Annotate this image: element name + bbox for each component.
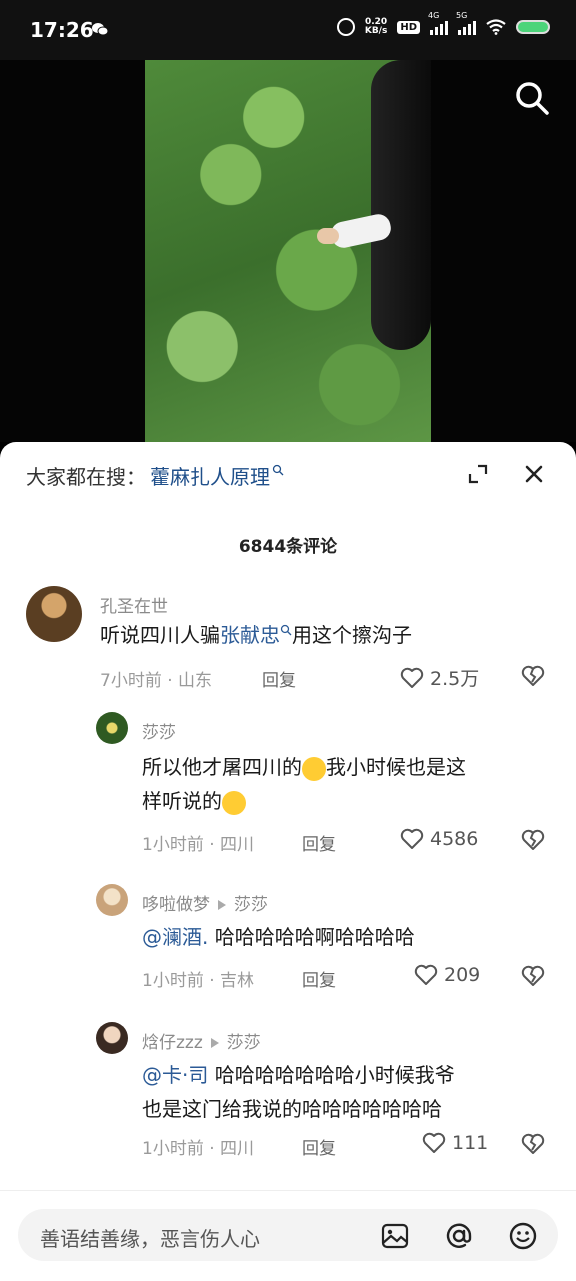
net-speed-unit: KB/s [364,26,388,36]
comment-meta: 7小时前 · 山东 [100,671,213,691]
avatar[interactable] [96,712,128,744]
status-bar: 17:26 0.20 KB/s HD 4G 5G [0,0,576,60]
comment-username[interactable]: 哆啦做梦 [142,895,210,915]
reply-to-username[interactable]: 莎莎 [227,1033,261,1053]
signal-sim1-icon: 4G [428,11,448,35]
video-person-hand [317,228,339,244]
reply-button[interactable]: 回复 [302,1134,336,1159]
avatar[interactable] [96,1022,128,1054]
broken-heart-icon[interactable] [520,1132,546,1156]
broken-heart-icon[interactable] [520,828,546,852]
comment-text-part: 我小时候也是这 [326,755,466,779]
reply-arrow-icon [218,900,226,910]
reply-arrow-icon [210,1038,219,1048]
close-icon[interactable] [522,462,546,486]
comment-username[interactable]: 焓仔zzz [142,1033,203,1053]
video-person-hair [371,60,431,350]
comment-text-part: 用这个擦沟子 [292,623,412,647]
comment-meta: 1小时前 · 吉林 [142,971,255,991]
heart-icon [414,964,438,985]
comment-count: 6844条评论 [238,537,338,557]
sim1-label: 4G [428,11,440,20]
expand-icon[interactable] [466,462,490,486]
at-icon[interactable] [444,1221,474,1251]
like-button[interactable]: 4586 [400,828,478,850]
comment-text: 听说四川人骗张献忠 用这个擦沟子 [100,618,540,652]
image-icon[interactable] [380,1221,410,1251]
comments-sheet: 大家都在搜： 藿麻扎人原理 6844条评论 孔圣在世 听说四川人骗张献忠 用这个擦… [0,442,576,1281]
comment-text-part: 哈哈哈哈哈哈哈小时候我爷 [208,1063,455,1087]
hot-search-label: 大家都在搜： [26,464,146,489]
comment-username-row: 哆啦做梦 莎莎 [142,890,268,915]
heart-icon [400,828,424,849]
reply-button[interactable]: 回复 [302,966,336,991]
comment-username[interactable]: 莎莎 [142,718,176,743]
reply-item: 莎莎 所以他才屠四川的 我小时候也是这 样听说的 1小时前 · 四川 回复 458… [0,710,576,860]
video-player[interactable] [0,60,576,442]
signal-sim2-icon: 5G [456,11,476,35]
comment-text: @卡·司 哈哈哈哈哈哈哈小时候我爷 也是这门给我说的哈哈哈哈哈哈哈 [142,1058,552,1126]
comment-text-part: 所以他才屠四川的 [142,755,302,779]
broken-heart-icon[interactable] [520,964,546,988]
mention-link[interactable]: @卡·司 [142,1063,208,1087]
sim2-label: 5G [456,11,468,20]
like-button[interactable]: 209 [414,964,480,986]
comment-text-part: 样听说的 [142,789,222,813]
broken-heart-icon[interactable] [520,664,546,688]
search-icon[interactable] [512,78,552,118]
heart-icon [422,1132,446,1153]
grinning-emoji-icon [222,790,246,815]
like-count: 4586 [430,828,479,850]
status-time: 17:26 [30,18,94,42]
alarm-icon [336,18,355,36]
comment-text-part: 听说四川人骗 [100,623,220,647]
heart-icon [400,667,424,688]
like-count: 111 [452,1132,489,1154]
hd-badge: HD [397,20,420,34]
comment-text-part: 哈哈哈哈哈啊哈哈哈哈 [208,925,415,949]
comment-text: @澜酒. 哈哈哈哈哈啊哈哈哈哈 [142,920,552,954]
reply-button[interactable]: 回复 [302,830,336,855]
net-speed: 0.20 KB/s [365,18,387,36]
laughing-emoji-icon [302,756,326,781]
like-count: 2.5万 [430,668,480,690]
comment-input-bar: 善语结善缘，恶言伤人心 [0,1190,576,1281]
wifi-icon [486,19,506,35]
reply-item: 哆啦做梦 莎莎 @澜酒. 哈哈哈哈哈啊哈哈哈哈 1小时前 · 吉林 回复 209 [0,882,576,992]
comment-input[interactable]: 善语结善缘，恶言伤人心 [18,1209,558,1261]
comment-meta: 1小时前 · 四川 [142,835,255,855]
comment-username[interactable]: 孔圣在世 [100,592,168,617]
status-icons: 0.20 KB/s HD 4G 5G [336,11,550,36]
battery-icon [516,20,550,34]
comment-username-row: 焓仔zzz 莎莎 [142,1028,261,1053]
reply-to-username[interactable]: 莎莎 [234,895,268,915]
comment-text: 所以他才屠四川的 我小时候也是这 样听说的 [142,750,542,818]
search-icon [280,624,292,636]
wechat-icon [92,23,108,36]
reply-item: 焓仔zzz 莎莎 @卡·司 哈哈哈哈哈哈哈小时候我爷 也是这门给我说的哈哈哈哈哈哈… [0,1020,576,1170]
comment-meta: 1小时前 · 四川 [142,1139,255,1159]
mention-link[interactable]: @澜酒. [142,925,208,949]
like-count: 209 [444,964,481,986]
reply-button[interactable]: 回复 [262,666,296,691]
comment-item: 孔圣在世 听说四川人骗张献忠 用这个擦沟子 7小时前 · 山东 回复 2.5万 [0,582,576,702]
like-button[interactable]: 2.5万 [400,664,479,691]
comment-text-part: 也是这门给我说的哈哈哈哈哈哈哈 [142,1097,442,1121]
emoji-icon[interactable] [508,1221,538,1251]
search-icon [272,464,284,476]
like-button[interactable]: 111 [422,1132,488,1154]
hot-search-term[interactable]: 藿麻扎人原理 [150,461,270,490]
avatar[interactable] [26,586,82,642]
comment-input-placeholder: 善语结善缘，恶言伤人心 [40,1227,260,1251]
video-frame [145,60,431,442]
comment-link[interactable]: 张献忠 [220,623,280,647]
avatar[interactable] [96,884,128,916]
